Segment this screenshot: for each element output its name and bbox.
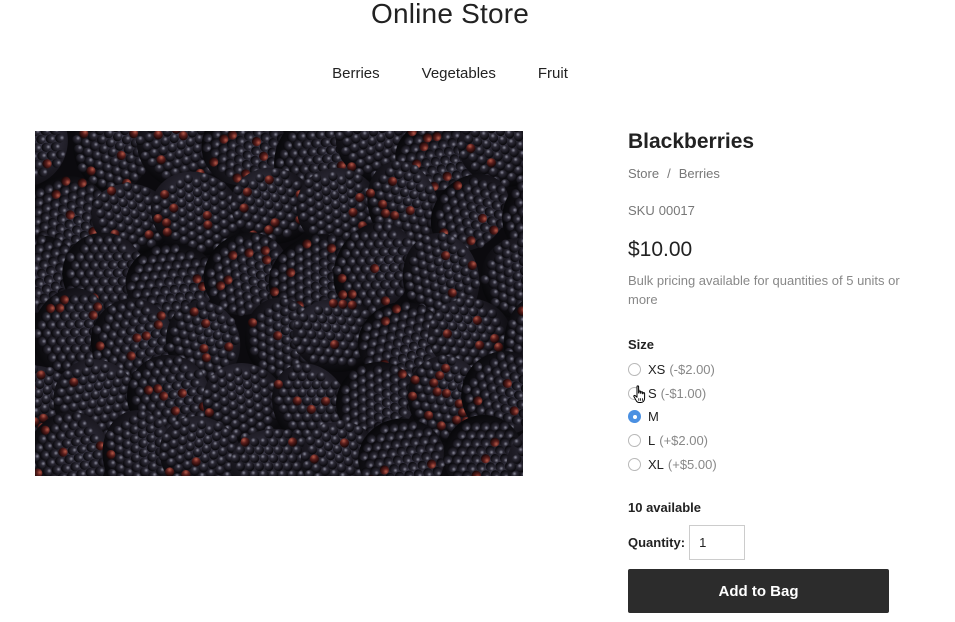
size-name: M — [648, 409, 659, 425]
quantity-row: Quantity: — [628, 525, 746, 560]
size-price-adjustment: (-$1.00) — [660, 385, 707, 401]
nav-item-fruit[interactable]: Fruit — [538, 65, 568, 82]
size-option-xl[interactable]: XL (+$5.00) — [628, 452, 717, 476]
nav-item-vegetables[interactable]: Vegetables — [422, 65, 496, 82]
size-label: Size — [628, 337, 655, 352]
size-name: XL — [648, 456, 664, 472]
quantity-label: Quantity: — [628, 535, 686, 550]
size-option-l[interactable]: L (+$2.00) — [628, 429, 717, 453]
sku: SKU 00017 — [628, 203, 695, 218]
bulk-pricing-note: Bulk pricing available for quantities of… — [628, 273, 900, 307]
size-name: S — [648, 385, 657, 401]
product-image — [35, 131, 523, 476]
availability: 10 available — [628, 500, 701, 515]
size-price-adjustment: (+$2.00) — [659, 433, 709, 449]
size-options: XS (-$2.00) S (-$1.00) M L (+$2.00) XL (… — [628, 358, 717, 476]
sku-label: SKU — [628, 203, 655, 218]
size-price-adjustment: (+$5.00) — [667, 456, 717, 472]
size-radio-l[interactable] — [628, 434, 641, 448]
add-to-bag-button[interactable]: Add to Bag — [628, 569, 889, 613]
size-name: XS — [648, 362, 666, 378]
size-option-m[interactable]: M — [628, 405, 717, 429]
hand-pointer-icon — [633, 385, 646, 403]
size-option-xs[interactable]: XS (-$2.00) — [628, 358, 717, 382]
main-nav: Berries Vegetables Fruit — [0, 65, 900, 82]
blackberries-photo — [35, 131, 523, 476]
size-radio-m[interactable] — [628, 410, 641, 424]
store-title[interactable]: Online Store — [0, 0, 900, 30]
breadcrumb-berries[interactable]: Berries — [679, 166, 720, 181]
size-name: L — [648, 433, 656, 449]
breadcrumb: Store / Berries — [628, 166, 720, 181]
nav-item-berries[interactable]: Berries — [332, 65, 380, 82]
sku-value: 00017 — [658, 203, 695, 218]
size-radio-xl[interactable] — [628, 457, 641, 471]
product-page: Online Store Berries Vegetables Fruit Bl… — [0, 0, 955, 622]
product-price: $10.00 — [628, 238, 693, 261]
product-name: Blackberries — [628, 130, 755, 153]
size-radio-xs[interactable] — [628, 363, 641, 377]
breadcrumb-store[interactable]: Store — [628, 166, 659, 181]
breadcrumb-separator: / — [667, 166, 671, 181]
size-price-adjustment: (-$2.00) — [669, 362, 715, 378]
quantity-input[interactable] — [689, 525, 746, 560]
